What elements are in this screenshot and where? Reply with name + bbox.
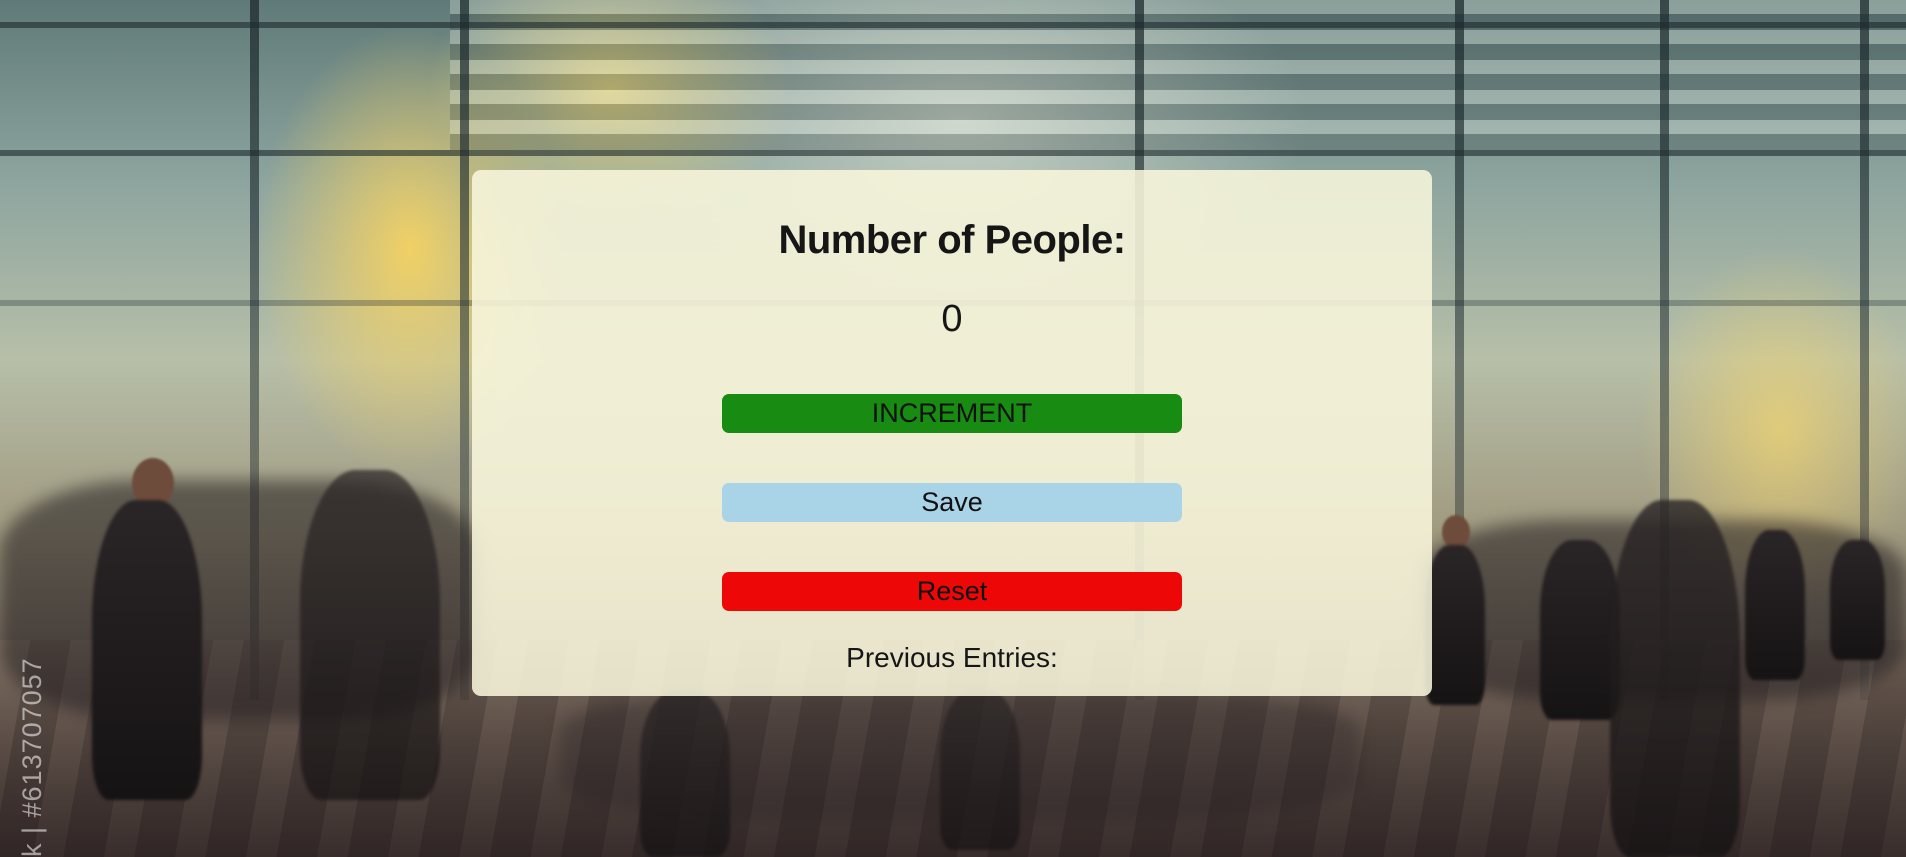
person <box>1425 545 1485 705</box>
person <box>1745 530 1805 680</box>
person <box>1442 515 1470 549</box>
previous-entries-label: Previous Entries: <box>846 642 1058 673</box>
person <box>300 470 440 800</box>
page-title: Number of People: <box>778 218 1126 262</box>
save-button[interactable]: Save <box>722 483 1182 522</box>
person <box>92 500 202 800</box>
people-counter-card: Number of People: 0 INCREMENT Save Reset… <box>472 170 1432 696</box>
person <box>1540 540 1620 720</box>
person <box>640 690 730 857</box>
person <box>1610 500 1740 857</box>
window-frame <box>0 22 1906 28</box>
reset-button[interactable]: Reset <box>722 572 1182 611</box>
people-count: 0 <box>941 298 963 340</box>
increment-button[interactable]: INCREMENT <box>722 394 1182 433</box>
person <box>940 690 1020 850</box>
person <box>1830 540 1885 660</box>
window-frame <box>0 150 1906 156</box>
watermark-text: k | #613707057 <box>17 657 47 857</box>
